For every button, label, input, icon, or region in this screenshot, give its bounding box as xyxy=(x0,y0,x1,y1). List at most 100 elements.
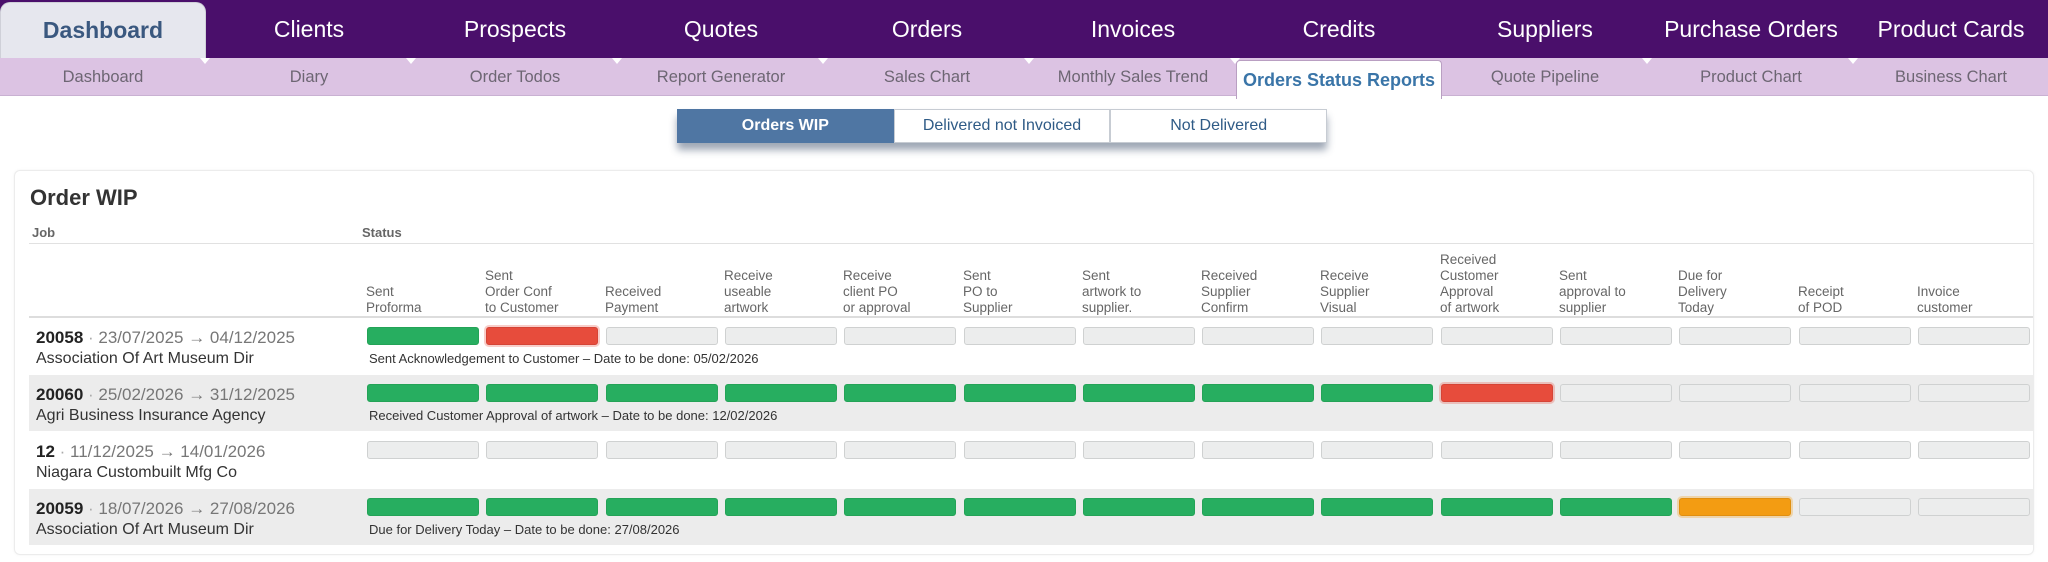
status-cell-pending[interactable] xyxy=(1321,327,1433,345)
status-cell-late[interactable] xyxy=(486,327,598,345)
status-cell-pending[interactable] xyxy=(1202,441,1314,459)
nav-tab-clients[interactable]: Clients xyxy=(206,0,412,58)
status-cell-done[interactable] xyxy=(367,498,479,516)
nav-tab-prospects[interactable]: Prospects xyxy=(412,0,618,58)
status-column-invoice-customer: Invoice customer xyxy=(1917,284,1973,315)
status-cell-done[interactable] xyxy=(1321,498,1433,516)
status-cell-pending[interactable] xyxy=(1083,327,1195,345)
top-nav: Dashboard Clients Prospects Quotes Orders Inv… xyxy=(0,0,2048,58)
status-cell-pending[interactable] xyxy=(964,441,1076,459)
status-cell-done[interactable] xyxy=(1441,498,1553,516)
status-cell-pending[interactable] xyxy=(1560,327,1672,345)
sub-tab-sales-chart[interactable]: Sales Chart xyxy=(824,58,1034,96)
nav-tab-purchase-orders[interactable]: Purchase Orders xyxy=(1648,0,1854,58)
order-row[interactable]: 12 · 11/12/2025 → 14/01/2026 Niagara Cust… xyxy=(29,432,2033,488)
sub-tab-quote-pipeline[interactable]: Quote Pipeline xyxy=(1442,58,1652,96)
order-row[interactable]: 20058 · 23/07/2025 → 04/12/2025 Associati… xyxy=(29,318,2033,374)
status-cell-pending[interactable] xyxy=(486,441,598,459)
sub-tab-label: Business Chart xyxy=(1895,67,2007,86)
job-number[interactable]: 12 xyxy=(36,442,55,461)
status-cell-pending[interactable] xyxy=(1799,384,1911,402)
sub-tab-product-chart[interactable]: Product Chart xyxy=(1648,58,1858,96)
job-number[interactable]: 20059 xyxy=(36,499,83,518)
nav-tab-orders[interactable]: Orders xyxy=(824,0,1030,58)
status-cell-pending[interactable] xyxy=(1321,441,1433,459)
sub-tab-orders-status-reports[interactable]: Orders Status Reports xyxy=(1236,60,1442,99)
status-cell-done[interactable] xyxy=(1083,384,1195,402)
status-cell-done[interactable] xyxy=(486,384,598,402)
status-cell-done[interactable] xyxy=(725,498,837,516)
report-button-orders-wip[interactable]: Orders WIP xyxy=(677,109,894,143)
header-divider xyxy=(29,243,2033,244)
status-cell-done[interactable] xyxy=(844,384,956,402)
status-cell-pending[interactable] xyxy=(1679,384,1791,402)
nav-tab-suppliers[interactable]: Suppliers xyxy=(1442,0,1648,58)
status-cell-done[interactable] xyxy=(1202,384,1314,402)
order-row[interactable]: 20059 · 18/07/2026 → 27/08/2026 Associati… xyxy=(29,489,2033,545)
nav-tab-invoices[interactable]: Invoices xyxy=(1030,0,1236,58)
status-column-sent-artwork-to-supplier: Sent artwork to supplier. xyxy=(1082,268,1142,315)
job-number[interactable]: 20058 xyxy=(36,328,83,347)
status-cell-done[interactable] xyxy=(606,498,718,516)
status-cell-pending[interactable] xyxy=(1441,327,1553,345)
status-cell-pending[interactable] xyxy=(725,441,837,459)
status-cell-done[interactable] xyxy=(486,498,598,516)
status-cell-due[interactable] xyxy=(1679,498,1791,516)
nav-tab-credits[interactable]: Credits xyxy=(1236,0,1442,58)
status-cell-done[interactable] xyxy=(367,327,479,345)
status-cell-pending[interactable] xyxy=(1560,441,1672,459)
sub-tab-diary[interactable]: Diary xyxy=(206,58,416,96)
status-cell-done[interactable] xyxy=(606,384,718,402)
client-name: Agri Business Insurance Agency xyxy=(36,407,266,424)
status-cell-pending[interactable] xyxy=(1918,498,2030,516)
status-cell-late[interactable] xyxy=(1441,384,1553,402)
job-column-header: Job xyxy=(32,225,56,240)
status-cell-pending[interactable] xyxy=(1918,441,2030,459)
status-cell-done[interactable] xyxy=(1202,498,1314,516)
job-dates: 23/07/2025 → 04/12/2025 xyxy=(98,328,296,347)
status-cell-done[interactable] xyxy=(1560,498,1672,516)
job-number[interactable]: 20060 xyxy=(36,385,83,404)
sub-tab-dashboard[interactable]: Dashboard xyxy=(0,58,210,96)
status-cell-pending[interactable] xyxy=(1799,327,1911,345)
status-cell-done[interactable] xyxy=(964,498,1076,516)
status-cell-pending[interactable] xyxy=(725,327,837,345)
sub-tab-label: Order Todos xyxy=(469,67,561,86)
status-column-sent-proforma: Sent Proforma xyxy=(366,284,422,315)
status-cell-done[interactable] xyxy=(964,384,1076,402)
sub-tab-business-chart[interactable]: Business Chart xyxy=(1854,58,2048,96)
job-summary: 12 · 11/12/2025 → 14/01/2026 xyxy=(36,442,265,462)
order-row[interactable]: 20060 · 25/02/2026 → 31/12/2025 Agri Busi… xyxy=(29,375,2033,431)
status-cell-done[interactable] xyxy=(1083,498,1195,516)
status-cell-pending[interactable] xyxy=(606,441,718,459)
nav-tab-dashboard[interactable]: Dashboard xyxy=(0,2,206,58)
status-cell-pending[interactable] xyxy=(1083,441,1195,459)
report-button-delivered-not-invoiced[interactable]: Delivered not Invoiced xyxy=(893,109,1111,143)
status-cell-pending[interactable] xyxy=(1441,441,1553,459)
nav-tab-product-cards[interactable]: Product Cards xyxy=(1854,0,2048,58)
status-cell-done[interactable] xyxy=(844,498,956,516)
status-cell-done[interactable] xyxy=(725,384,837,402)
status-cell-pending[interactable] xyxy=(606,327,718,345)
status-cell-pending[interactable] xyxy=(1799,441,1911,459)
sub-tab-label: Dashboard xyxy=(62,67,144,86)
status-cell-pending[interactable] xyxy=(844,441,956,459)
sub-tab-report-generator[interactable]: Report Generator xyxy=(618,58,828,96)
status-cell-pending[interactable] xyxy=(1918,327,2030,345)
status-cell-pending[interactable] xyxy=(1679,441,1791,459)
status-cell-pending[interactable] xyxy=(844,327,956,345)
status-cell-pending[interactable] xyxy=(1799,498,1911,516)
status-cell-pending[interactable] xyxy=(1202,327,1314,345)
report-button-not-delivered[interactable]: Not Delivered xyxy=(1110,109,1328,143)
status-cell-done[interactable] xyxy=(1321,384,1433,402)
status-cell-pending[interactable] xyxy=(1918,384,2030,402)
status-cell-done[interactable] xyxy=(367,384,479,402)
status-column-sent-order-conf-to-customer: Sent Order Conf to Customer xyxy=(485,268,559,315)
status-cell-pending[interactable] xyxy=(1679,327,1791,345)
status-cell-pending[interactable] xyxy=(964,327,1076,345)
nav-tab-quotes[interactable]: Quotes xyxy=(618,0,824,58)
status-cell-pending[interactable] xyxy=(367,441,479,459)
status-cell-pending[interactable] xyxy=(1560,384,1672,402)
sub-tab-monthly-sales-trend[interactable]: Monthly Sales Trend xyxy=(1030,58,1240,96)
sub-tab-order-todos[interactable]: Order Todos xyxy=(412,58,622,96)
